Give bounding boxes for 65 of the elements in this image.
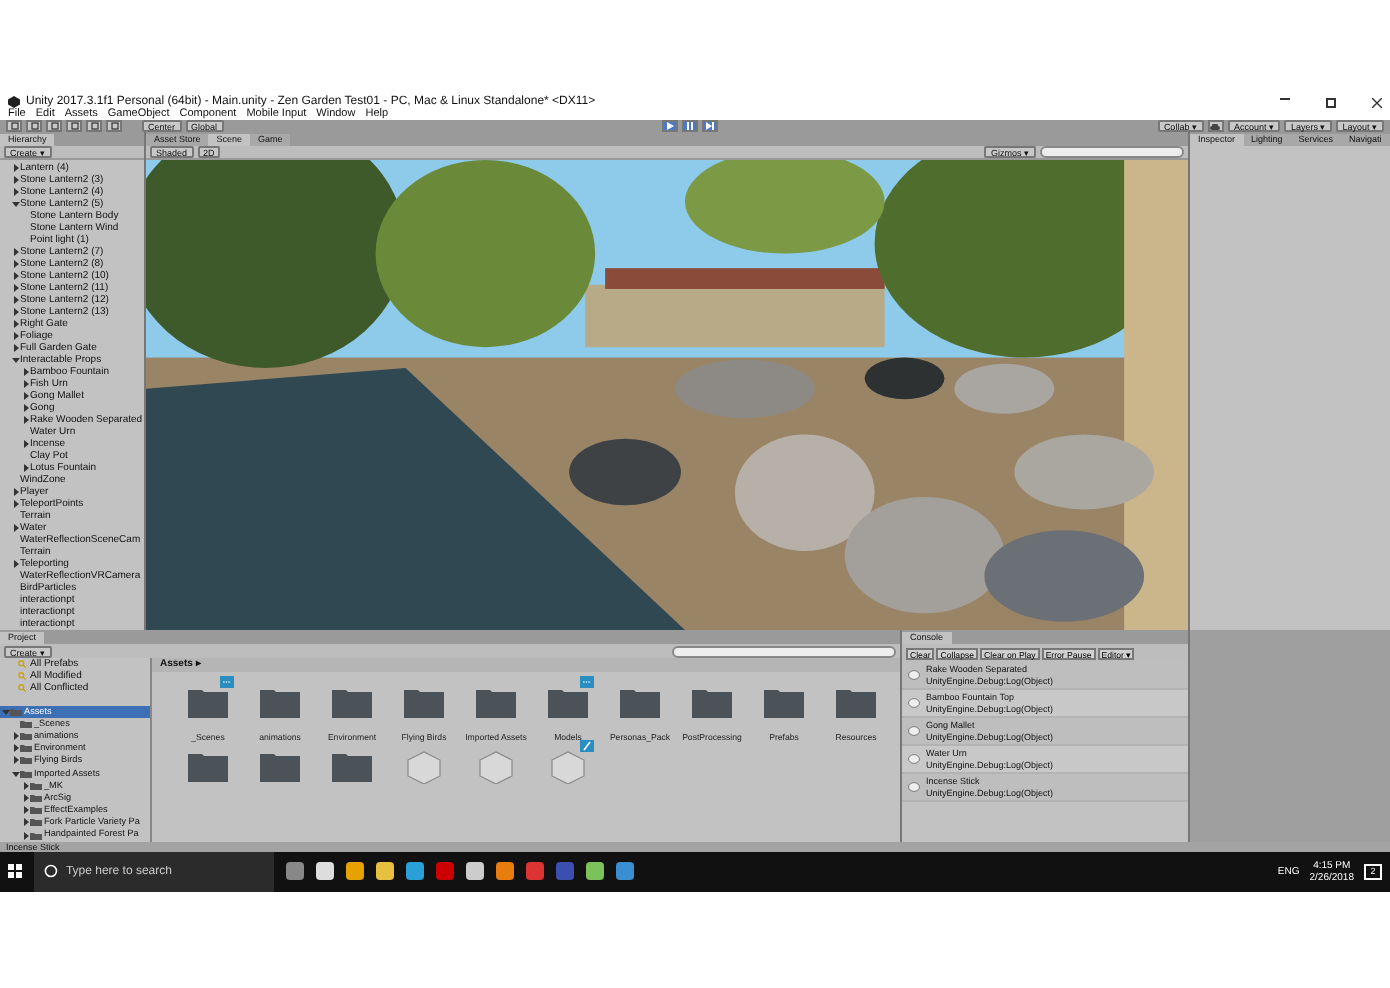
step-button[interactable] <box>702 120 719 132</box>
folder-icon[interactable] <box>762 684 806 720</box>
expanded-arrow-icon[interactable] <box>11 769 19 778</box>
collapsed-arrow-icon[interactable] <box>21 818 29 827</box>
collapsed-arrow-icon[interactable] <box>21 392 29 400</box>
collapsed-arrow-icon[interactable] <box>11 744 19 753</box>
collapsed-arrow-icon[interactable] <box>21 404 29 412</box>
collapsed-arrow-icon[interactable] <box>11 284 19 292</box>
windows-logo-icon[interactable] <box>8 864 22 879</box>
search-icon <box>18 684 26 693</box>
collapsed-arrow-icon[interactable] <box>21 831 29 840</box>
folder-icon[interactable] <box>474 684 518 720</box>
collapsed-arrow-icon[interactable] <box>21 368 29 376</box>
close-icon[interactable] <box>1372 97 1382 107</box>
speech-bubble-icon <box>908 782 920 792</box>
collapsed-arrow-icon[interactable] <box>11 732 19 741</box>
collapsed-arrow-icon[interactable] <box>11 248 19 256</box>
collapsed-arrow-icon[interactable] <box>11 524 19 532</box>
collapsed-arrow-icon[interactable] <box>11 500 19 508</box>
folder-icon[interactable] <box>690 684 734 720</box>
cloud-button[interactable] <box>1207 120 1224 132</box>
collapsed-arrow-icon[interactable] <box>11 320 19 328</box>
collapsed-arrow-icon[interactable] <box>21 416 29 424</box>
search-icon <box>18 660 26 669</box>
speech-bubble-icon <box>908 698 920 708</box>
play-button[interactable] <box>662 120 679 132</box>
collapsed-arrow-icon[interactable] <box>11 176 19 184</box>
folder-icon[interactable] <box>546 684 590 720</box>
collapsed-arrow-icon[interactable] <box>21 793 29 802</box>
folder-icon[interactable] <box>330 748 374 784</box>
collapsed-arrow-icon[interactable] <box>11 260 19 268</box>
expanded-arrow-icon[interactable] <box>11 356 19 364</box>
collapsed-arrow-icon[interactable] <box>11 296 19 304</box>
collapsed-arrow-icon[interactable] <box>21 464 29 472</box>
folder-icon[interactable] <box>402 684 446 720</box>
speech-bubble-icon <box>908 754 920 764</box>
folder-icon[interactable] <box>258 684 302 720</box>
collapsed-arrow-icon[interactable] <box>11 308 19 316</box>
collapsed-arrow-icon[interactable] <box>11 344 19 352</box>
collapsed-arrow-icon[interactable] <box>21 781 29 790</box>
expanded-arrow-icon[interactable] <box>11 200 19 208</box>
collapsed-arrow-icon[interactable] <box>21 380 29 388</box>
folder-icon[interactable] <box>186 684 230 720</box>
collapsed-arrow-icon[interactable] <box>11 332 19 340</box>
collapsed-arrow-icon[interactable] <box>11 560 19 568</box>
collapsed-arrow-icon[interactable] <box>11 164 19 172</box>
collapsed-arrow-icon[interactable] <box>11 756 19 765</box>
folder-icon[interactable] <box>618 684 662 720</box>
search-icon <box>18 672 26 681</box>
folder-icon[interactable] <box>330 684 374 720</box>
collapsed-arrow-icon[interactable] <box>21 806 29 815</box>
folder-icon[interactable] <box>834 684 878 720</box>
folder-icon[interactable] <box>258 748 302 784</box>
speech-bubble-icon <box>908 726 920 736</box>
scene-search-field[interactable] <box>1040 146 1184 158</box>
maximize-icon[interactable] <box>1326 97 1336 107</box>
collapsed-arrow-icon[interactable] <box>11 488 19 496</box>
collapsed-arrow-icon[interactable] <box>11 272 19 280</box>
search-icon <box>44 864 58 879</box>
speech-bubble-icon <box>908 670 920 680</box>
collapsed-arrow-icon[interactable] <box>11 188 19 196</box>
search-field[interactable] <box>672 645 896 657</box>
pause-button[interactable] <box>682 120 699 132</box>
collapsed-arrow-icon[interactable] <box>21 440 29 448</box>
folder-icon[interactable] <box>186 748 230 784</box>
